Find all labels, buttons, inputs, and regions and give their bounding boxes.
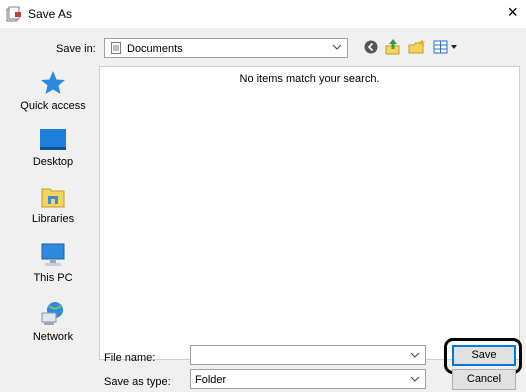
new-folder-icon[interactable] — [407, 38, 427, 56]
save-in-combo[interactable]: Documents — [104, 38, 348, 58]
chevron-down-icon[interactable] — [410, 350, 420, 360]
save-as-dialog: Save in: Documents Quick access Desktop … — [0, 28, 526, 392]
places-item-label: Desktop — [32, 156, 74, 168]
save-as-app-icon — [6, 6, 22, 22]
file-name-input[interactable] — [190, 345, 426, 365]
places-item-label: This PC — [33, 272, 73, 284]
back-button[interactable] — [362, 38, 380, 56]
save-as-type-label: Save as type: — [104, 376, 171, 388]
desktop-icon — [8, 128, 98, 152]
window-title: Save As — [28, 7, 73, 21]
empty-message: No items match your search. — [239, 73, 380, 85]
title-bar: Save As × — [0, 0, 526, 28]
documents-folder-icon — [111, 42, 121, 54]
places-item-this-pc[interactable]: This PC — [8, 242, 98, 298]
chevron-down-icon — [410, 374, 420, 384]
places-item-quick-access[interactable]: Quick access — [8, 70, 98, 126]
save-in-value: Documents — [127, 43, 183, 55]
save-as-type-value: Folder — [195, 374, 227, 386]
places-bar: Quick access Desktop Libraries This PC N… — [8, 70, 98, 358]
places-item-desktop[interactable]: Desktop — [8, 128, 98, 184]
file-name-label: File name: — [104, 352, 156, 364]
file-list[interactable]: No items match your search. — [99, 66, 520, 360]
places-item-label: Libraries — [31, 213, 75, 225]
save-in-label: Save in: — [56, 43, 96, 55]
save-as-type-select[interactable]: Folder — [190, 369, 426, 389]
chevron-down-icon — [332, 42, 342, 52]
places-item-libraries[interactable]: Libraries — [8, 185, 98, 241]
places-item-label: Network — [32, 331, 74, 343]
view-menu-icon[interactable] — [432, 38, 460, 56]
up-one-level-icon[interactable] — [384, 38, 402, 56]
network-icon — [8, 299, 98, 327]
this-pc-icon — [8, 242, 98, 268]
save-button[interactable]: Save — [452, 345, 516, 366]
cancel-button[interactable]: Cancel — [452, 369, 516, 390]
close-icon[interactable]: × — [507, 3, 518, 21]
places-item-network[interactable]: Network — [8, 299, 98, 355]
places-item-label: Quick access — [20, 100, 86, 112]
libraries-icon — [8, 185, 98, 209]
quick-access-icon — [8, 70, 98, 96]
